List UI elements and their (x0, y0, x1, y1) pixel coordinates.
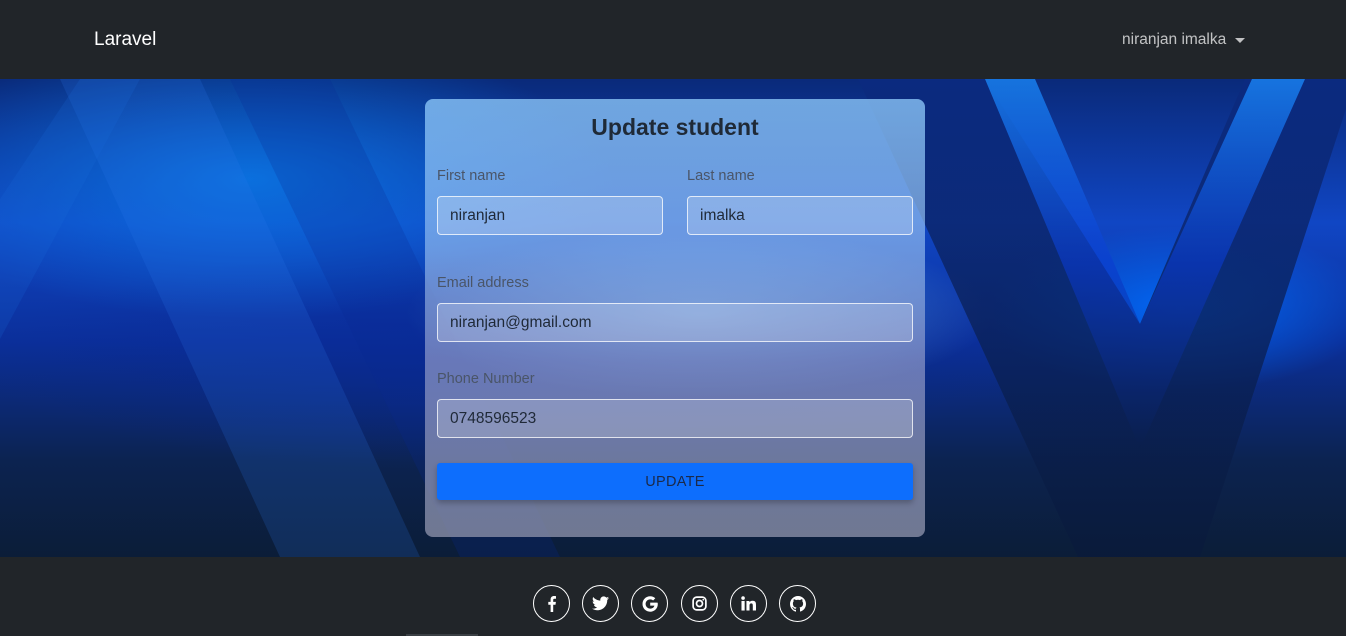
email-label: Email address (437, 275, 529, 291)
form-title: Update student (591, 114, 759, 140)
update-button[interactable]: UPDATE (437, 463, 913, 500)
last-name-label: Last name (687, 168, 755, 184)
navbar: Laravel niranjan imalka (0, 0, 1346, 79)
phone-field[interactable]: 0748596523 (437, 399, 913, 438)
hero-background: Update student First name niranjan Last … (0, 79, 1346, 557)
facebook-link[interactable] (533, 585, 570, 622)
user-name: niranjan imalka (1122, 31, 1227, 48)
caret-down-icon (1235, 37, 1246, 43)
github-icon (789, 595, 806, 612)
linkedin-link[interactable] (730, 585, 767, 622)
brand-link[interactable]: Laravel (94, 29, 156, 51)
email-field[interactable]: niranjan@gmail.com (437, 303, 913, 342)
update-student-card: Update student First name niranjan Last … (425, 99, 925, 537)
github-link[interactable] (779, 585, 816, 622)
twitter-link[interactable] (582, 585, 619, 622)
instagram-link[interactable] (681, 585, 718, 622)
first-name-field[interactable]: niranjan (437, 196, 663, 235)
twitter-icon (592, 596, 609, 611)
facebook-icon (547, 595, 556, 612)
instagram-icon (692, 596, 707, 611)
linkedin-icon (741, 596, 756, 611)
first-name-label: First name (437, 168, 506, 184)
user-dropdown[interactable]: niranjan imalka (1122, 30, 1246, 50)
footer (0, 557, 1346, 636)
google-icon (642, 595, 658, 612)
last-name-field[interactable]: imalka (687, 196, 913, 235)
google-link[interactable] (631, 585, 668, 622)
phone-label: Phone Number (437, 371, 535, 387)
